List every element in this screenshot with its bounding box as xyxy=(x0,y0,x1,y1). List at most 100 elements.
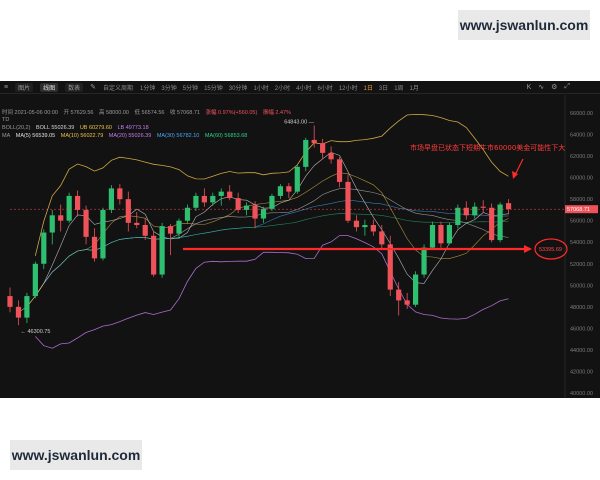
interval-3[interactable]: 15分钟 xyxy=(204,83,223,92)
indicator-td-row[interactable]: TD xyxy=(2,117,13,123)
candle-body[interactable] xyxy=(15,306,22,318)
interval-6[interactable]: 2小时 xyxy=(275,83,290,92)
candle-body[interactable] xyxy=(49,215,55,233)
candle-body[interactable] xyxy=(100,209,106,259)
candle-body[interactable] xyxy=(455,207,461,225)
interval-12[interactable]: 1周 xyxy=(394,83,403,92)
interval-11[interactable]: 3日 xyxy=(379,83,388,92)
candle-body[interactable] xyxy=(108,188,114,210)
interval-7[interactable]: 4小时 xyxy=(296,83,311,92)
candle-body[interactable] xyxy=(32,263,38,297)
candle-body[interactable] xyxy=(497,204,503,241)
candle-body[interactable] xyxy=(58,215,64,221)
interval-1[interactable]: 3分钟 xyxy=(161,83,176,92)
candle-body[interactable] xyxy=(286,186,292,192)
candle-body[interactable] xyxy=(218,191,224,196)
candle-body[interactable] xyxy=(235,198,241,210)
candle-body[interactable] xyxy=(362,225,368,228)
candle-body[interactable] xyxy=(125,199,131,223)
candle-body[interactable] xyxy=(24,296,30,318)
chart-app: 40000.00 42000.00 44000.00 46000.00 48000.00… xyxy=(0,81,600,398)
candle-body[interactable] xyxy=(379,231,385,245)
custom-period-dropdown[interactable]: 自定义周期 xyxy=(103,83,133,92)
candle-body[interactable] xyxy=(370,225,376,232)
candle-body[interactable] xyxy=(167,226,174,234)
candle-body[interactable] xyxy=(83,209,89,237)
candle-body[interactable] xyxy=(353,220,360,228)
candle-body[interactable] xyxy=(505,203,512,210)
candle-body[interactable] xyxy=(336,159,343,182)
candle-body[interactable] xyxy=(134,222,140,225)
y-tick-label: 60000.00 xyxy=(570,176,593,182)
interval-9[interactable]: 12小时 xyxy=(339,83,358,92)
interval-10[interactable]: 1日 xyxy=(364,83,373,92)
indicator-td-label: TD xyxy=(2,117,10,123)
candle-body[interactable] xyxy=(429,225,436,248)
candle-body[interactable] xyxy=(446,225,452,244)
candle-body[interactable] xyxy=(480,206,486,208)
candle-body[interactable] xyxy=(117,188,123,200)
candle-body[interactable] xyxy=(489,207,495,241)
toolbar-button-line[interactable]: 线图 xyxy=(40,82,59,92)
y-tick-label: 62000.00 xyxy=(570,154,593,160)
interval-13[interactable]: 1月 xyxy=(410,83,419,92)
candle-body[interactable] xyxy=(404,300,410,305)
fullscreen-icon[interactable]: ⤢ xyxy=(564,83,570,91)
indicator-boll-row[interactable]: BOLL(20,2) BOLL 55026.39 UB 60279.60 LB … xyxy=(2,125,153,131)
y-tick-label: 58000.00 xyxy=(570,197,593,203)
candle-body[interactable] xyxy=(227,191,233,199)
candle-body[interactable] xyxy=(311,139,317,144)
interval-5[interactable]: 1小时 xyxy=(253,83,268,92)
candle-body[interactable] xyxy=(438,225,444,244)
drawing-tools-icon[interactable]: ✎ xyxy=(90,83,96,91)
settings-icon[interactable]: ⚙ xyxy=(551,83,557,91)
candle-body[interactable] xyxy=(91,236,98,259)
toolbar: ≡ 图片 线图 数表 ✎ 自定义周期 1分钟 3分钟 5分钟 15分钟 30分钟 1小时 2… xyxy=(0,81,600,94)
interval-4[interactable]: 30分钟 xyxy=(229,83,248,92)
indicator-ma-row[interactable]: MA MA(5) 56539.05 MA(10) 56022.79 MA(20)… xyxy=(2,133,251,139)
candle-body[interactable] xyxy=(328,152,334,160)
candle-body[interactable] xyxy=(463,207,469,216)
candle-body[interactable] xyxy=(176,220,182,234)
candle-body[interactable] xyxy=(252,205,258,219)
candle-body[interactable] xyxy=(193,195,199,208)
candle-body[interactable] xyxy=(159,226,165,275)
info-change: 涨幅 0.97%(+560.05) xyxy=(205,110,258,116)
candle-body[interactable] xyxy=(41,232,47,264)
candle-body[interactable] xyxy=(345,181,351,221)
candle-body[interactable] xyxy=(294,166,300,192)
candle-body[interactable] xyxy=(75,195,81,210)
toolbar-button-table[interactable]: 数表 xyxy=(65,82,84,92)
candle-body[interactable] xyxy=(269,195,275,209)
candle-body[interactable] xyxy=(184,207,191,221)
candle-body[interactable] xyxy=(66,195,72,221)
candle-body[interactable] xyxy=(210,195,216,203)
candle-body[interactable] xyxy=(421,247,427,275)
candle-type-icon[interactable]: K xyxy=(527,84,532,91)
interval-8[interactable]: 6小时 xyxy=(317,83,332,92)
candle-body[interactable] xyxy=(387,244,393,290)
candle-body[interactable] xyxy=(303,139,309,167)
candle-body[interactable] xyxy=(413,274,419,305)
interval-0[interactable]: 1分钟 xyxy=(140,83,155,92)
candle-body[interactable] xyxy=(396,289,402,301)
candle-body[interactable] xyxy=(260,208,267,219)
candle-body[interactable] xyxy=(472,206,478,216)
ohlc-info-bar: 时间 2021-05-06 00:00 开 57629.56 高 58000.0… xyxy=(2,108,562,116)
watermark-top: www.jswanlun.com xyxy=(458,10,590,40)
toolbar-button-image[interactable]: 图片 xyxy=(15,82,34,92)
y-tick-label: 42000.00 xyxy=(570,369,593,375)
annotation-circled-value: 53395.69 xyxy=(539,247,562,253)
candle-body[interactable] xyxy=(151,235,157,275)
candle-body[interactable] xyxy=(277,186,283,196)
candle-body[interactable] xyxy=(142,225,148,236)
info-open: 开 57629.56 xyxy=(63,110,94,116)
ma5-value: MA(5) 56539.05 xyxy=(15,133,56,139)
candle-body[interactable] xyxy=(7,296,13,307)
interval-2[interactable]: 5分钟 xyxy=(183,83,198,92)
indicator-icon[interactable]: ∿ xyxy=(538,83,544,91)
y-tick-label: 66000.00 xyxy=(570,111,593,117)
candle-body[interactable] xyxy=(320,143,326,153)
menu-icon[interactable]: ≡ xyxy=(4,84,8,91)
candle-body[interactable] xyxy=(201,195,207,203)
